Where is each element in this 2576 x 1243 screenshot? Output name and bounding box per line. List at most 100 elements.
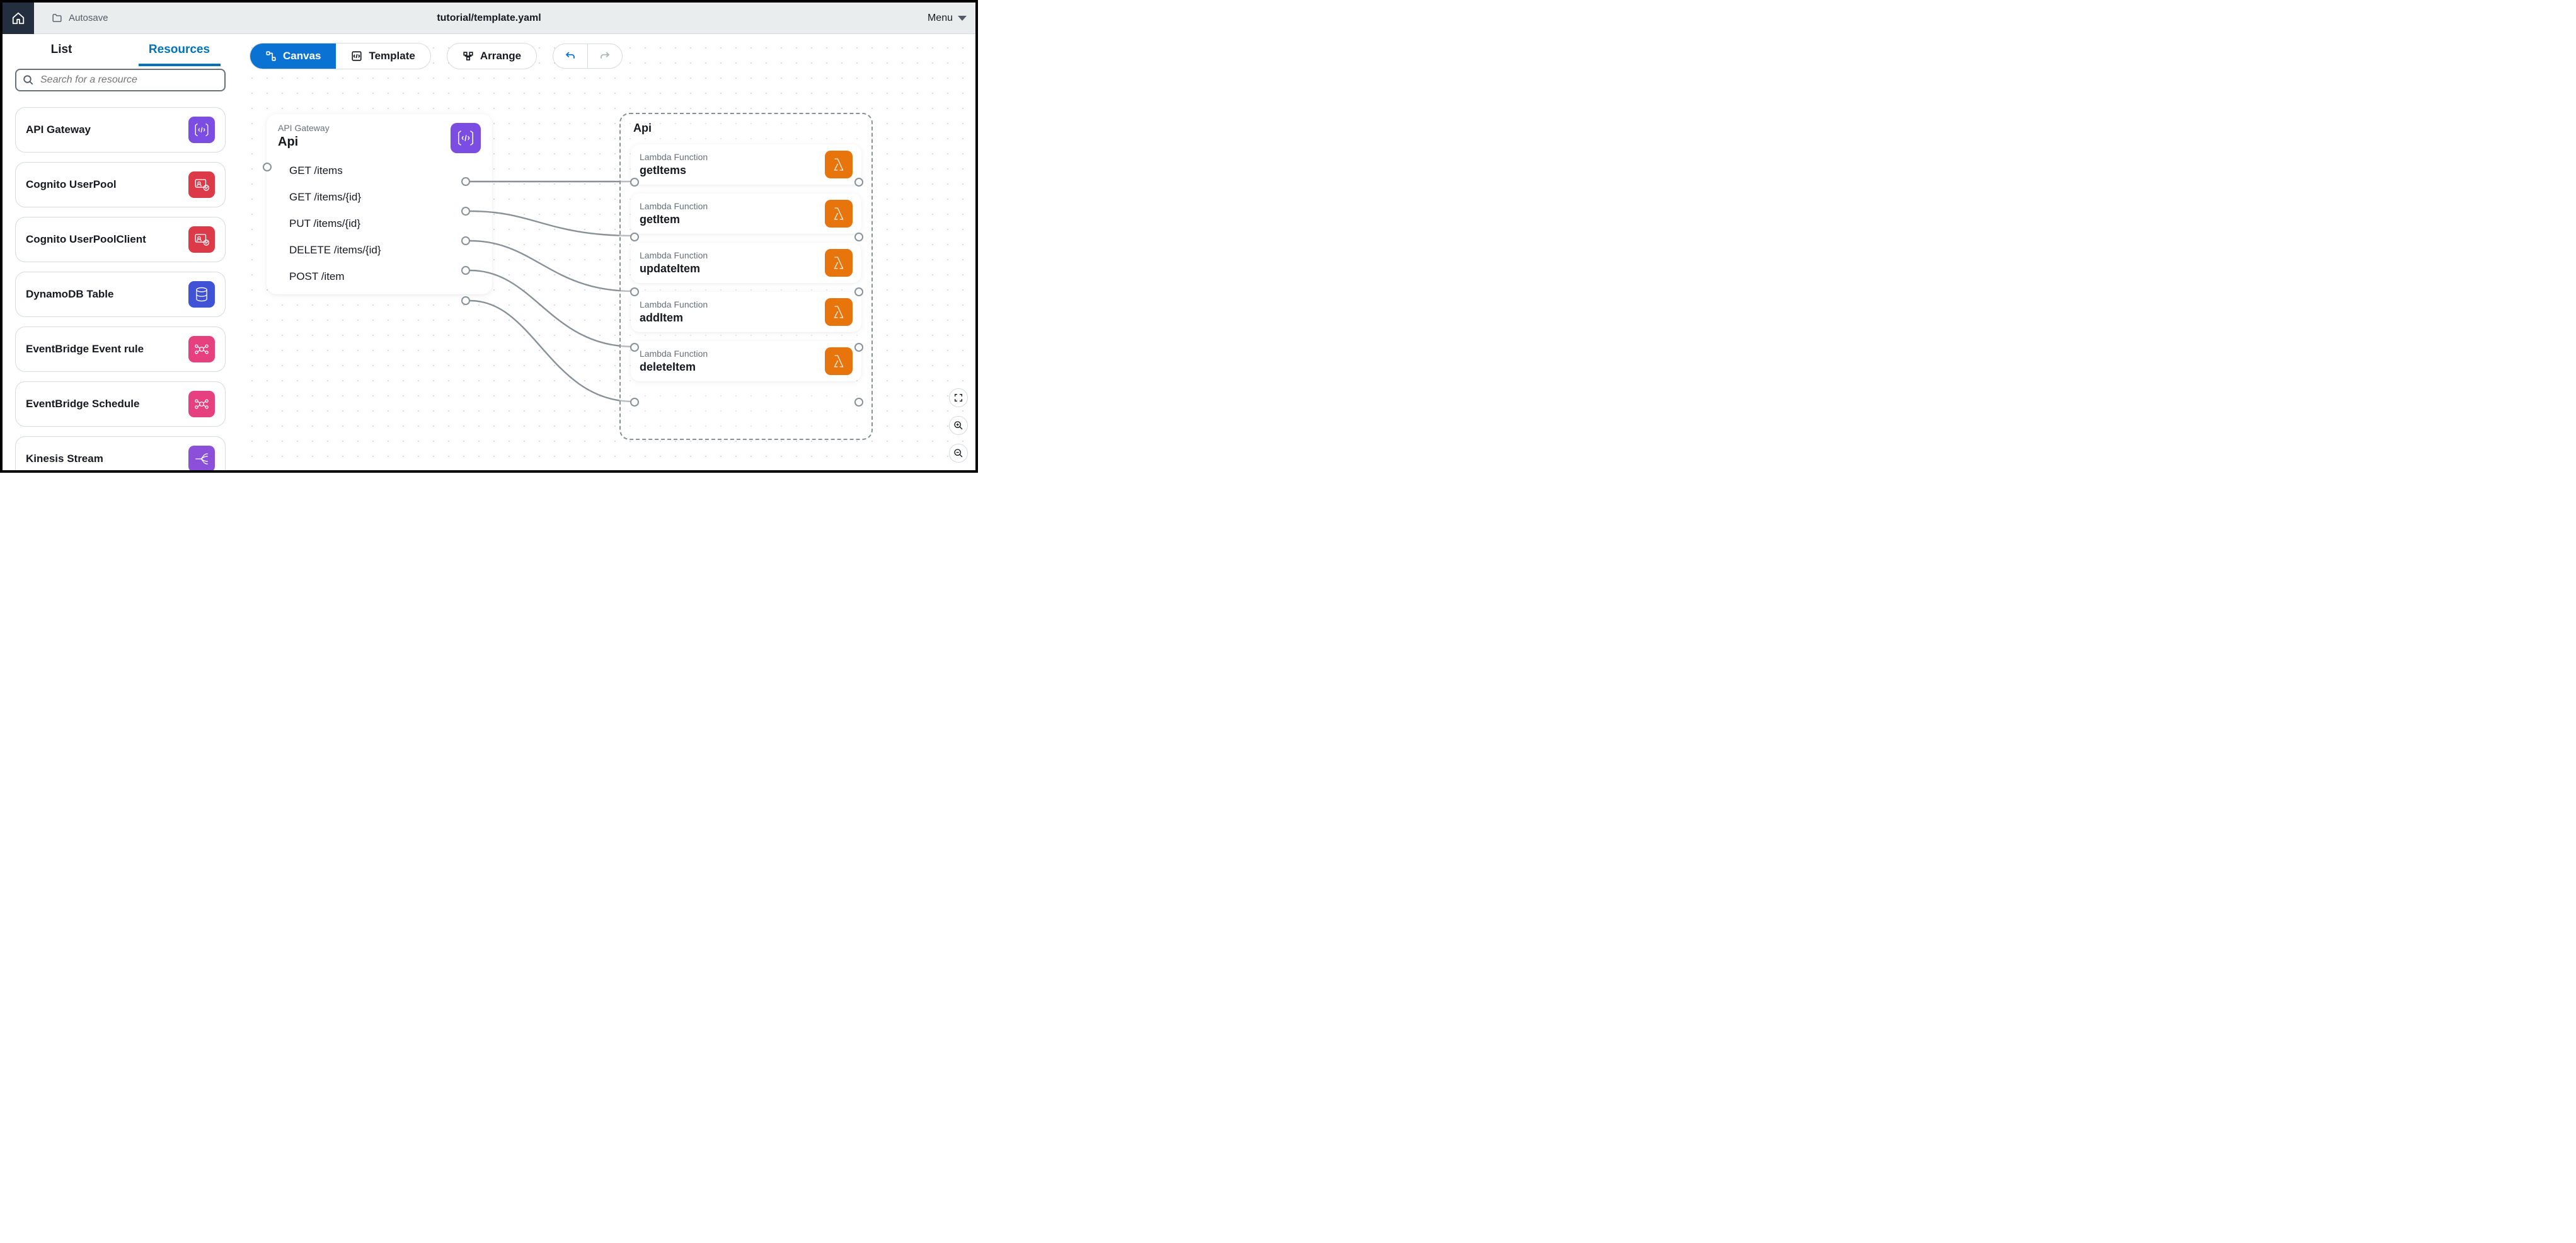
autosave-indicator: Autosave [52, 13, 108, 23]
node-name: getItems [640, 164, 708, 177]
resource-item-kinesis[interactable]: Kinesis Stream [15, 436, 226, 470]
port-ep-1[interactable] [461, 207, 470, 216]
lambda-icon [825, 249, 853, 277]
port-lambda-4-in[interactable] [630, 398, 639, 407]
fit-icon [953, 393, 963, 403]
lambda-icon [825, 347, 853, 375]
resource-label: DynamoDB Table [26, 288, 114, 301]
search-icon [23, 74, 34, 86]
tab-list[interactable]: List [3, 34, 120, 66]
node-type: API Gateway [278, 123, 330, 133]
node-name: deleteItem [640, 361, 708, 374]
port-lambda-1-out[interactable] [854, 233, 863, 241]
resource-item-cognito[interactable]: Cognito UserPool [15, 162, 226, 207]
arrange-icon [463, 50, 474, 62]
sidebar: List Resources API Gateway Cognito UserP… [3, 34, 238, 470]
port-ep-0[interactable] [461, 177, 470, 186]
port-ep-3[interactable] [461, 266, 470, 275]
group-title: Api [633, 122, 861, 135]
api-gateway-icon [188, 117, 215, 143]
node-name: updateItem [640, 262, 708, 275]
menu-label: Menu [928, 13, 953, 24]
api-group[interactable]: Api Lambda Function getItems Lambda Func… [619, 113, 873, 440]
port-lambda-2-in[interactable] [630, 287, 639, 296]
zoom-in-button[interactable] [949, 416, 968, 435]
canvas[interactable]: Canvas Template Arrange [238, 34, 975, 470]
resource-item-cognito[interactable]: Cognito UserPoolClient [15, 217, 226, 262]
resource-label: Kinesis Stream [26, 453, 103, 465]
dynamodb-icon [188, 281, 215, 308]
port-lambda-3-in[interactable] [630, 343, 639, 352]
lambda-node-deleteItem[interactable]: Lambda Function deleteItem [631, 341, 861, 381]
port-lambda-3-out[interactable] [854, 343, 863, 352]
resource-label: Cognito UserPoolClient [26, 233, 146, 246]
eventbridge-icon [188, 336, 215, 362]
template-icon [351, 50, 362, 62]
resource-item-eventbridge[interactable]: EventBridge Event rule [15, 327, 226, 372]
node-type: Lambda Function [640, 201, 708, 211]
top-bar: Autosave tutorial/template.yaml Menu [3, 3, 975, 34]
lambda-node-addItem[interactable]: Lambda Function addItem [631, 292, 861, 332]
port-lambda-0-out[interactable] [854, 178, 863, 187]
endpoint-row[interactable]: PUT /items/{id} [289, 217, 481, 230]
lambda-icon [825, 298, 853, 326]
zoom-out-button[interactable] [949, 444, 968, 463]
endpoint-row[interactable]: GET /items [289, 165, 481, 177]
tab-resources[interactable]: Resources [120, 34, 238, 66]
folder-icon [52, 13, 62, 23]
node-name: addItem [640, 311, 708, 325]
port-lambda-0-in[interactable] [630, 178, 639, 187]
resource-item-dynamodb[interactable]: DynamoDB Table [15, 272, 226, 317]
port-ep-4[interactable] [461, 296, 470, 305]
node-type: Lambda Function [640, 299, 708, 309]
api-gateway-node[interactable]: API Gateway Api GET /items GET /items/{id… [267, 114, 492, 294]
lambda-node-getItem[interactable]: Lambda Function getItem [631, 194, 861, 234]
lambda-node-updateItem[interactable]: Lambda Function updateItem [631, 243, 861, 283]
arrange-button[interactable]: Arrange [447, 43, 536, 69]
endpoint-row[interactable]: POST /item [289, 270, 481, 283]
zoom-out-icon [953, 448, 963, 458]
endpoint-row[interactable]: GET /items/{id} [289, 191, 481, 204]
page-title: tutorial/template.yaml [437, 13, 541, 24]
port-api-left[interactable] [263, 163, 272, 171]
resource-item-eventbridge[interactable]: EventBridge Schedule [15, 381, 226, 427]
lambda-icon [825, 151, 853, 178]
resource-label: EventBridge Schedule [26, 398, 139, 410]
port-lambda-2-out[interactable] [854, 287, 863, 296]
chevron-down-icon [958, 16, 967, 21]
canvas-view-button[interactable]: Canvas [250, 43, 336, 69]
endpoint-row[interactable]: DELETE /items/{id} [289, 244, 481, 257]
home-icon [11, 11, 25, 25]
search-input[interactable] [40, 74, 218, 86]
canvas-icon [265, 50, 277, 62]
autosave-label: Autosave [69, 13, 108, 23]
kinesis-icon [188, 446, 215, 470]
template-view-button[interactable]: Template [336, 43, 430, 69]
port-lambda-4-out[interactable] [854, 398, 863, 407]
redo-button[interactable] [587, 44, 622, 68]
cognito-icon [188, 226, 215, 253]
resource-label: EventBridge Event rule [26, 343, 144, 356]
resource-item-api-gateway[interactable]: API Gateway [15, 107, 226, 153]
menu-button[interactable]: Menu [928, 13, 967, 24]
eventbridge-icon [188, 391, 215, 417]
cognito-icon [188, 171, 215, 198]
fit-view-button[interactable] [949, 388, 968, 407]
zoom-in-icon [953, 420, 963, 431]
node-type: Lambda Function [640, 250, 708, 260]
lambda-icon [825, 200, 853, 228]
node-name: Api [278, 135, 330, 149]
node-type: Lambda Function [640, 152, 708, 162]
redo-icon [599, 50, 611, 62]
resource-label: Cognito UserPool [26, 178, 117, 191]
search-input-wrapper[interactable] [15, 69, 226, 91]
port-ep-2[interactable] [461, 236, 470, 245]
canvas-toolbar: Canvas Template Arrange [250, 43, 623, 69]
resource-label: API Gateway [26, 124, 91, 136]
undo-button[interactable] [553, 44, 587, 68]
port-lambda-1-in[interactable] [630, 233, 639, 241]
api-gateway-icon [451, 123, 481, 153]
undo-icon [565, 50, 576, 62]
lambda-node-getItems[interactable]: Lambda Function getItems [631, 144, 861, 185]
home-button[interactable] [3, 3, 34, 34]
